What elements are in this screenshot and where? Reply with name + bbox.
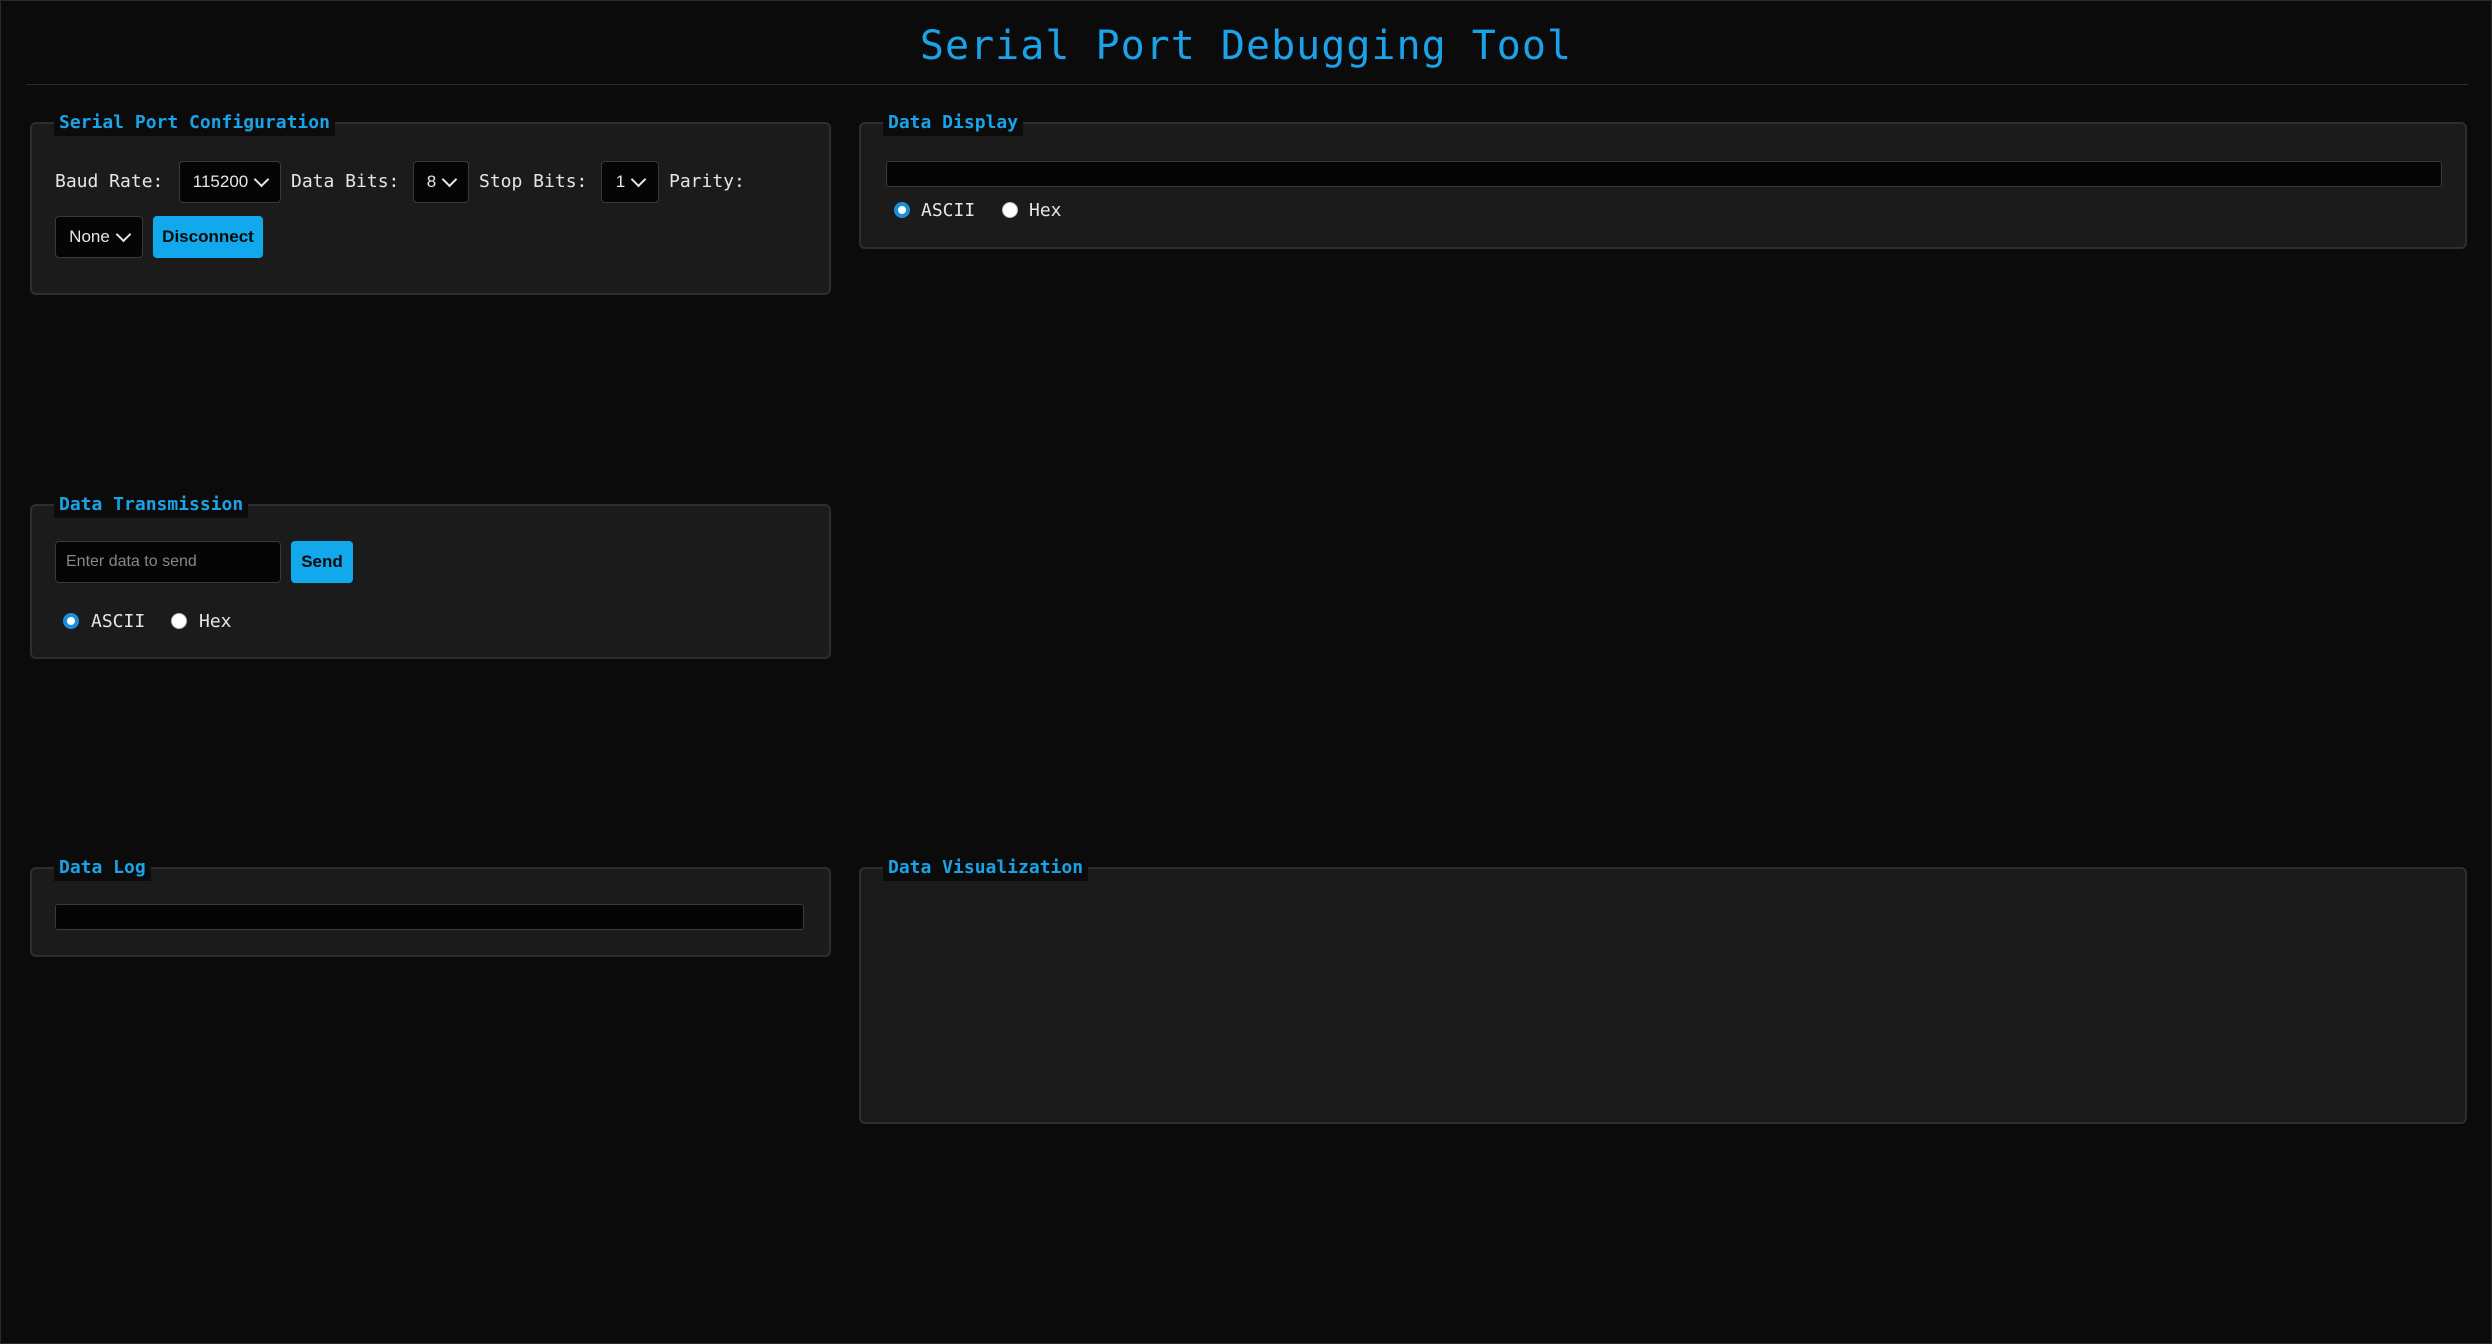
data-bits-value: 8 [426, 172, 437, 191]
data-bits-label: Data Bits: [291, 171, 400, 192]
chevron-down-icon [630, 171, 647, 188]
transmission-legend: Data Transmission [54, 492, 249, 518]
log-output [55, 904, 804, 930]
display-panel: Data Display ASCII Hex [859, 110, 2467, 249]
log-panel: Data Log [30, 855, 831, 957]
stop-bits-value: 1 [615, 172, 626, 191]
chevron-down-icon [253, 171, 270, 188]
send-button[interactable]: Send [291, 541, 353, 583]
display-hex-label: Hex [1029, 200, 1062, 221]
visualization-legend: Data Visualization [883, 855, 1089, 881]
baud-rate-label: Baud Rate: [55, 171, 164, 192]
display-legend: Data Display [883, 110, 1024, 136]
log-legend: Data Log [54, 855, 151, 881]
display-ascii-radio[interactable] [894, 202, 910, 218]
stop-bits-label: Stop Bits: [479, 171, 588, 192]
parity-value: None [69, 227, 110, 246]
data-bits-select[interactable]: 8 [413, 161, 469, 203]
chevron-down-icon [115, 226, 132, 243]
page-title: Serial Port Debugging Tool [919, 23, 1573, 69]
app-window: Serial Port Debugging Tool Serial Port C… [0, 0, 2492, 1344]
visualization-panel: Data Visualization [859, 855, 2467, 1124]
transmission-hex-label: Hex [199, 611, 232, 632]
baud-rate-value: 115200 [192, 172, 249, 191]
title-divider [26, 84, 2468, 85]
transmission-panel: Data Transmission Enter data to send Sen… [30, 492, 831, 659]
transmission-ascii-label: ASCII [91, 611, 146, 632]
transmission-ascii-radio[interactable] [63, 613, 79, 629]
baud-rate-select[interactable]: 115200 [179, 161, 281, 203]
display-ascii-label: ASCII [921, 200, 976, 221]
parity-label: Parity: [669, 171, 745, 192]
chevron-down-icon [441, 171, 458, 188]
display-hex-radio[interactable] [1002, 202, 1018, 218]
config-legend: Serial Port Configuration [54, 110, 335, 136]
display-output [886, 161, 2442, 187]
disconnect-button[interactable]: Disconnect [153, 216, 263, 258]
parity-select[interactable]: None [55, 216, 143, 258]
config-panel: Serial Port Configuration Baud Rate: 115… [30, 110, 831, 295]
stop-bits-select[interactable]: 1 [601, 161, 659, 203]
transmission-hex-radio[interactable] [171, 613, 187, 629]
send-data-input[interactable]: Enter data to send [55, 541, 281, 583]
